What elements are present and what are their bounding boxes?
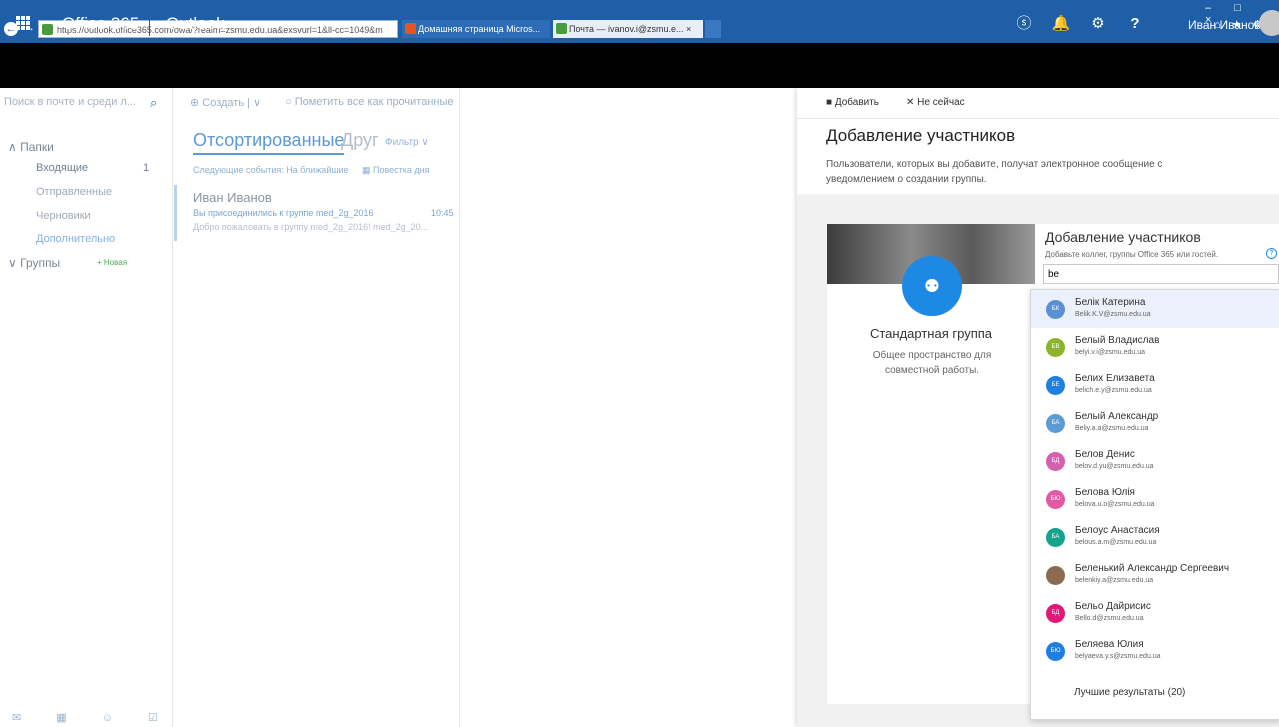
contact-name: Белих Елизавета	[1075, 373, 1155, 384]
contact-email: belenkiy.a@zsmu.edu.ua	[1075, 577, 1154, 584]
browser-tab-label: Почта — ivanov.i@zsmu.e...	[569, 24, 684, 34]
contact-initials: БК	[1046, 300, 1065, 319]
contact-email: belova.u.o@zsmu.edu.ua	[1075, 501, 1155, 508]
contact-name: Белый Александр	[1075, 411, 1159, 422]
new-tab-button[interactable]	[705, 20, 721, 38]
add-members-hint: Добавьте коллег, группы Office 365 или г…	[1045, 250, 1219, 259]
office-icon	[405, 23, 416, 34]
contact-initials: БВ	[1046, 338, 1065, 357]
info-icon[interactable]: ?	[1266, 248, 1277, 259]
contact-email: belich.e.y@zsmu.edu.ua	[1075, 387, 1152, 394]
filter-button[interactable]: Фильтр ∨	[385, 137, 429, 148]
mail-site-icon	[556, 23, 567, 34]
suggestion-item[interactable]: БВ Белый Владислав belyi.v.i@zsmu.edu.ua	[1031, 328, 1279, 366]
panel-title: Добавление участников	[826, 126, 1016, 145]
add-members-heading: Добавление участников	[1045, 229, 1201, 245]
suggestion-item[interactable]: БА Белоус Анастасия belous.a.m@zsmu.edu.ua	[1031, 518, 1279, 556]
suggestion-item[interactable]: БЮ Беляева Юлия belyaeva.y.s@zsmu.edu.ua	[1031, 632, 1279, 670]
search-input[interactable]: Поиск в почте и среди л...	[0, 88, 172, 118]
next-events-text[interactable]: Следующие события: На ближайшие	[193, 165, 349, 175]
suggestion-item[interactable]: БЕ Белих Елизавета belich.e.y@zsmu.edu.ua	[1031, 366, 1279, 404]
agenda-link[interactable]: ▦ Повестка дня	[362, 165, 430, 176]
tab-other[interactable]: Друг	[341, 130, 379, 151]
mail-preview[interactable]: Добро пожаловать в группу med_2g_2016! m…	[193, 222, 428, 232]
contact-name: Белоус Анастасия	[1075, 525, 1160, 536]
contact-email: belous.a.m@zsmu.edu.ua	[1075, 539, 1157, 546]
search-icon[interactable]: ⌕	[150, 95, 157, 111]
unread-count: 1	[143, 162, 150, 174]
mail-subject[interactable]: Вы присоединились к группе med_2g_2016	[193, 208, 373, 218]
contact-email: Bello.d@zsmu.edu.ua	[1075, 615, 1144, 622]
app-header	[0, 43, 1279, 88]
suggestion-item[interactable]: БК Белік Катерина Belik.K.V@zsmu.edu.ua	[1031, 290, 1279, 328]
contact-email: Beliy.a.a@zsmu.edu.ua	[1075, 425, 1149, 432]
app-launcher-icon[interactable]	[16, 16, 30, 30]
contact-email: belyi.v.i@zsmu.edu.ua	[1075, 349, 1146, 356]
skype-icon[interactable]: ⓢ	[1009, 12, 1039, 36]
selected-indicator	[174, 185, 177, 241]
panel-description: Пользователи, которых вы добавите, получ…	[826, 159, 1163, 185]
tab-focused[interactable]: Отсортированные	[193, 130, 345, 155]
outlook-title[interactable]: Outlook	[166, 14, 225, 34]
nav-divider	[172, 88, 173, 727]
suggestion-item[interactable]: БД Бельо Дайрисис Bello.d@zsmu.edu.ua	[1031, 594, 1279, 632]
folders-header[interactable]: ∧ Папки	[8, 140, 54, 154]
suggestion-item[interactable]: БД Белов Денис belov.d.yu@zsmu.edu.ua	[1031, 442, 1279, 480]
contact-initials: БА	[1046, 528, 1065, 547]
gear-icon[interactable]: ⚙	[1083, 12, 1113, 36]
browser-tab-mail[interactable]: Почта — ivanov.i@zsmu.e... ×	[553, 20, 703, 38]
site-icon	[42, 24, 53, 35]
suggestions-dropdown: БК Белік Катерина Belik.K.V@zsmu.edu.ua БВ Б…	[1030, 289, 1279, 720]
contact-initials: БА	[1046, 414, 1065, 433]
groups-header[interactable]: ∨ Группы	[8, 256, 60, 270]
best-results-link[interactable]: Лучшие результаты (20)	[1074, 687, 1185, 698]
browser-tab-label: Домашняя страница Micros...	[418, 24, 541, 34]
folder-inbox[interactable]: Входящие	[36, 162, 88, 174]
mail-time: 10:45	[431, 208, 454, 218]
contact-email: Belik.K.V@zsmu.edu.ua	[1075, 311, 1151, 318]
contact-name: Беляева Юлия	[1075, 639, 1144, 650]
browser-tab-home[interactable]: Домашняя страница Micros...	[402, 20, 550, 38]
contact-photo	[1046, 566, 1065, 585]
mark-all-read-button[interactable]: ○ Пометить все как прочитанные	[285, 96, 454, 108]
avatar[interactable]	[1259, 10, 1279, 36]
tab-close-icon[interactable]: ×	[686, 24, 691, 34]
contact-name: Белова Юлія	[1075, 487, 1135, 498]
create-button[interactable]: ⊕ Создать | ∨	[190, 96, 261, 109]
contact-initials: БЮ	[1046, 490, 1065, 509]
header-divider	[149, 10, 150, 36]
contact-name: Белов Денис	[1075, 449, 1135, 460]
contact-email: belov.d.yu@zsmu.edu.ua	[1075, 463, 1154, 470]
member-search-input[interactable]	[1043, 264, 1279, 284]
contact-initials: БД	[1046, 604, 1065, 623]
contact-name: Бельо Дайрисис	[1075, 601, 1151, 612]
mail-sender[interactable]: Иван Иванов	[193, 190, 272, 205]
contact-name: Белый Владислав	[1075, 335, 1160, 346]
folder-more[interactable]: Дополнительно	[36, 233, 115, 245]
new-group-link[interactable]: + Новая	[97, 258, 127, 267]
not-now-button[interactable]: ✕ Не сейчас	[906, 97, 965, 108]
group-type: Стандартная группа	[869, 326, 992, 341]
list-divider	[459, 88, 460, 727]
contact-initials: БЮ	[1046, 642, 1065, 661]
user-name[interactable]: Иван Иванов	[1188, 18, 1261, 32]
module-switcher-icons[interactable]: ✉ ▦ ☺ ☑	[12, 711, 174, 724]
add-button[interactable]: ■ Добавить	[826, 97, 879, 108]
suggestion-item[interactable]: БА Белый Александр Beliy.a.a@zsmu.edu.ua	[1031, 404, 1279, 442]
contact-initials: БЕ	[1046, 376, 1065, 395]
group-description: Общее пространство для совместной работы…	[872, 350, 992, 376]
contact-name: Белік Катерина	[1075, 297, 1146, 308]
office-365-title[interactable]: Office 365	[62, 14, 139, 34]
folder-drafts[interactable]: Черновики	[36, 210, 91, 222]
suggestion-item[interactable]: Беленький Александр Сергеевич belenkiy.a@…	[1031, 556, 1279, 594]
bell-icon[interactable]: 🔔	[1046, 12, 1076, 36]
contact-email: belyaeva.y.s@zsmu.edu.ua	[1075, 653, 1161, 660]
suggestion-item[interactable]: БЮ Белова Юлія belova.u.o@zsmu.edu.ua	[1031, 480, 1279, 518]
group-people-icon: ⚉	[902, 256, 962, 316]
panel-divider	[797, 118, 1279, 119]
folder-sent[interactable]: Отправленные	[36, 186, 112, 198]
contact-initials: БД	[1046, 452, 1065, 471]
contact-name: Беленький Александр Сергеевич	[1075, 563, 1230, 574]
help-icon[interactable]: ?	[1120, 12, 1150, 36]
